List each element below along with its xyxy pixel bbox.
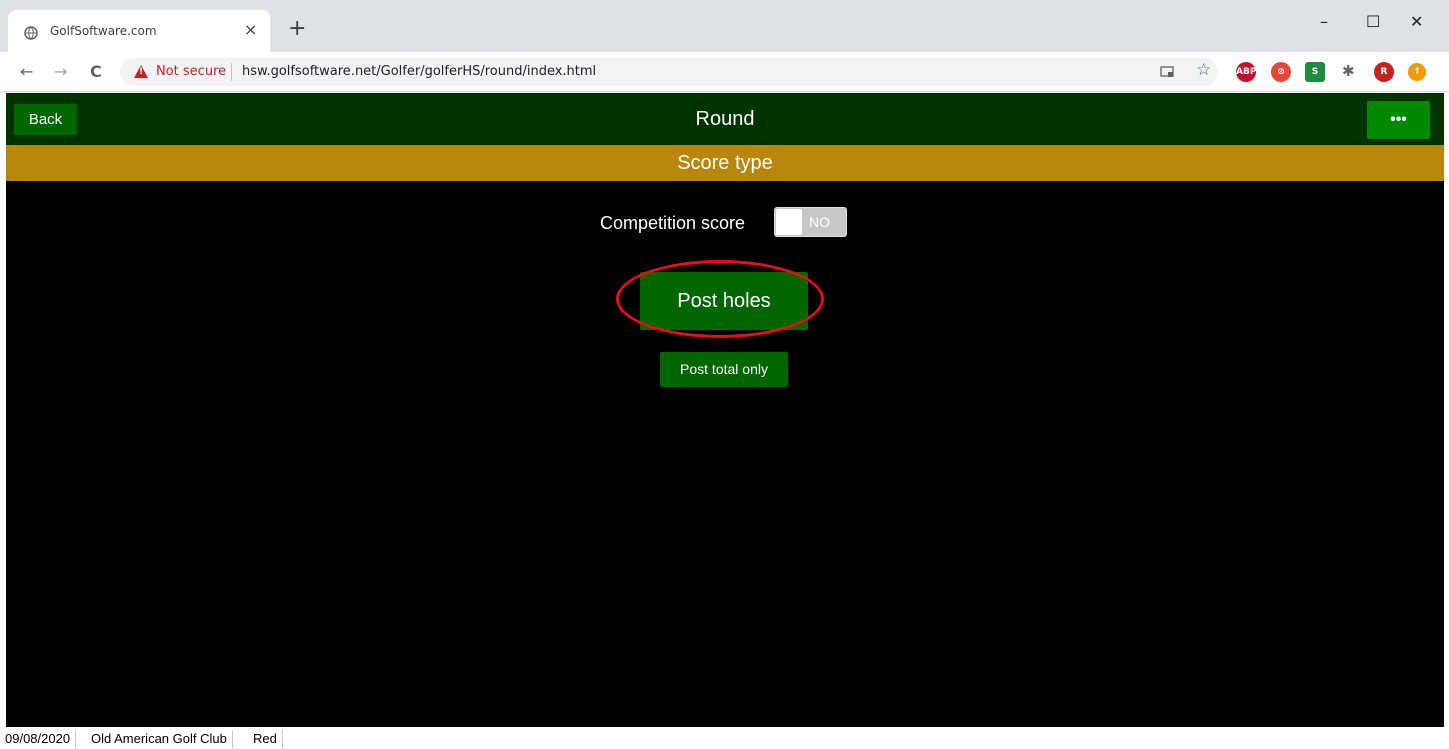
status-club: Old American Golf Club — [86, 730, 233, 748]
globe-icon — [24, 26, 38, 40]
warning-mark: ! — [139, 67, 144, 77]
status-date: 09/08/2020 — [0, 730, 77, 748]
reload-icon[interactable]: C — [90, 62, 102, 81]
profile-avatar[interactable]: R — [1374, 62, 1394, 82]
more-menu-button[interactable]: ••• — [1367, 101, 1430, 139]
app-header: Round Back ••• — [6, 93, 1444, 145]
tab-close-icon[interactable]: × — [244, 20, 257, 39]
minimize-icon[interactable]: – — [1320, 12, 1328, 31]
competition-score-toggle[interactable]: NO — [774, 207, 847, 237]
page-title: Round — [695, 108, 755, 130]
toggle-knob[interactable] — [776, 209, 802, 235]
post-holes-button[interactable]: Post holes — [640, 272, 808, 330]
extension-green-icon[interactable]: S — [1305, 62, 1325, 82]
app-viewport: Round Back ••• Score type Competition sc… — [6, 93, 1444, 727]
puzzle-icon[interactable]: ✱ — [1342, 62, 1355, 80]
url-divider — [231, 63, 232, 81]
status-bar: 09/08/2020 Old American Golf Club Red — [0, 727, 1449, 749]
security-label[interactable]: Not secure — [156, 64, 226, 79]
new-tab-icon[interactable]: + — [288, 18, 306, 40]
post-total-only-button[interactable]: Post total only — [660, 352, 788, 387]
back-button[interactable]: Back — [14, 104, 77, 135]
maximize-icon[interactable]: ☐ — [1366, 12, 1380, 31]
back-arrow-icon[interactable]: ← — [20, 62, 33, 81]
forward-arrow-icon[interactable]: → — [54, 62, 67, 81]
competition-score-label: Competition score — [600, 213, 746, 233]
cast-icon[interactable] — [1160, 65, 1174, 79]
toggle-state-label: NO — [809, 214, 830, 230]
status-tee: Red — [248, 730, 283, 748]
adblock-plus-icon[interactable]: ABP — [1236, 62, 1256, 82]
close-window-icon[interactable]: ✕ — [1410, 12, 1423, 31]
url-text[interactable]: hsw.golfsoftware.net/Golfer/golferHS/rou… — [242, 64, 596, 79]
extension-red-icon[interactable]: ⊘ — [1271, 62, 1291, 82]
star-icon[interactable]: ☆ — [1196, 60, 1211, 80]
extension-orange-icon[interactable]: ↑ — [1408, 63, 1426, 81]
section-header: Score type — [6, 145, 1444, 181]
browser-toolbar: ← → C ! Not secure hsw.golfsoftware.net/… — [0, 52, 1449, 92]
tab-title: GolfSoftware.com — [50, 24, 157, 38]
browser-title-bar: GolfSoftware.com × + – ☐ ✕ — [0, 0, 1449, 52]
address-bar[interactable]: ! Not secure hsw.golfsoftware.net/Golfer… — [120, 58, 1218, 86]
